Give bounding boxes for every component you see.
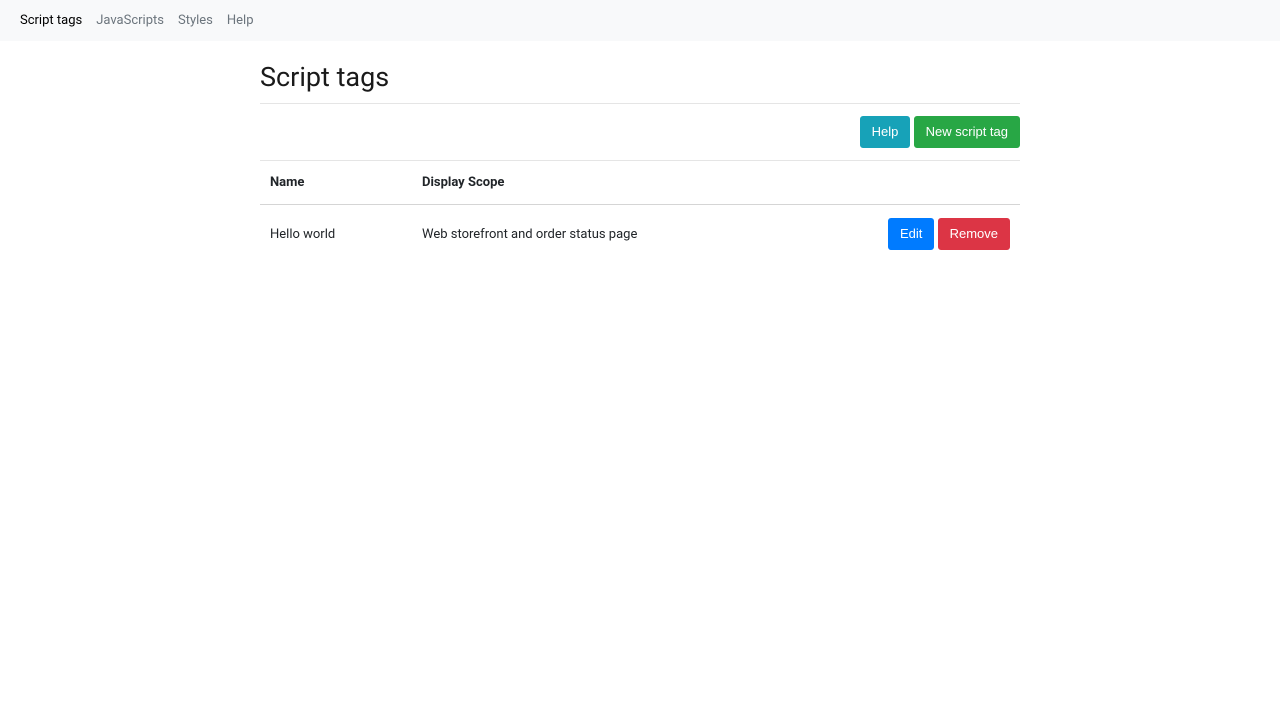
cell-actions: Edit Remove <box>792 205 1020 264</box>
help-button[interactable]: Help <box>860 116 911 148</box>
remove-button[interactable]: Remove <box>938 218 1010 250</box>
script-tags-table: Name Display Scope Hello world Web store… <box>260 161 1020 263</box>
cell-display-scope: Web storefront and order status page <box>412 205 792 264</box>
new-script-tag-button[interactable]: New script tag <box>914 116 1020 148</box>
page-title: Script tags <box>260 61 1020 104</box>
edit-button[interactable]: Edit <box>888 218 934 250</box>
column-header-name: Name <box>260 161 412 205</box>
column-header-actions <box>792 161 1020 205</box>
toolbar: Help New script tag <box>260 104 1020 161</box>
nav-item-help[interactable]: Help <box>227 13 254 28</box>
nav-item-javascripts[interactable]: JavaScripts <box>96 13 164 28</box>
table-row: Hello world Web storefront and order sta… <box>260 205 1020 264</box>
column-header-display-scope: Display Scope <box>412 161 792 205</box>
nav-item-styles[interactable]: Styles <box>178 13 213 28</box>
main-container: Script tags Help New script tag Name Dis… <box>240 41 1040 283</box>
cell-name: Hello world <box>260 205 412 264</box>
top-navbar: Script tags JavaScripts Styles Help <box>0 0 1280 41</box>
nav-item-script-tags[interactable]: Script tags <box>20 13 82 28</box>
